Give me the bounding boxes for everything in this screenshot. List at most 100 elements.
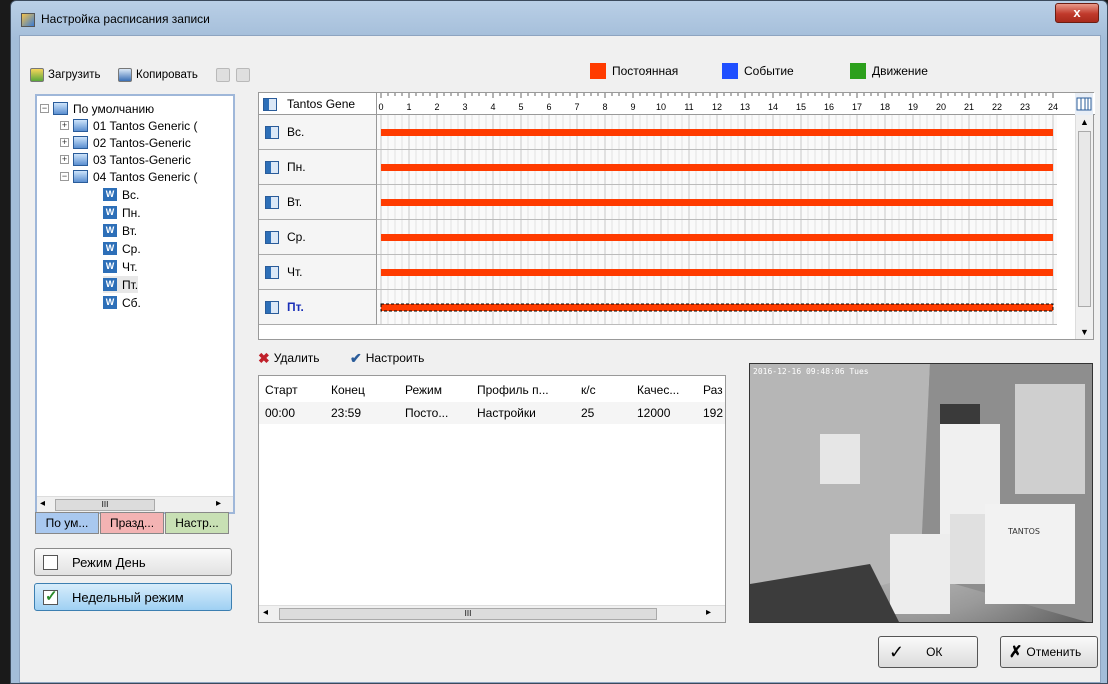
delete-button[interactable]: ✖ Удалить: [258, 349, 320, 367]
hour-tick-label: 9: [630, 102, 635, 112]
schedule-grid[interactable]: Tantos Gene 0 1 2 3 4 5 6 7 8 9 10 11 12 13 14 15 16 17 18…: [258, 92, 1095, 340]
scroll-right-icon[interactable]: ▸: [706, 607, 711, 618]
tree-day-sat[interactable]: W Сб.: [103, 294, 141, 311]
tree-camera-3[interactable]: + 03 Tantos-Generic: [60, 151, 191, 168]
remove-camera-icon: [236, 68, 250, 82]
day-row-text: Пн.: [287, 160, 306, 174]
collapse-icon[interactable]: −: [60, 172, 69, 181]
day-row[interactable]: Ср.: [259, 220, 1095, 255]
week-mode-checkbox[interactable]: ✓: [43, 588, 58, 605]
grid-header: Tantos Gene 0 1 2 3 4 5 6 7 8 9 10 11 12 13 14 15 16 17 18…: [259, 93, 1095, 115]
day-row-label[interactable]: Пт.: [259, 290, 377, 325]
tree-day-thu[interactable]: W Чт.: [103, 258, 138, 275]
window-title: Настройка расписания записи: [41, 12, 210, 26]
col-profile[interactable]: Профиль п...: [477, 380, 567, 400]
day-row-label[interactable]: Вс.: [259, 115, 377, 150]
day-timeline[interactable]: [377, 255, 1057, 290]
day-row-label[interactable]: Ср.: [259, 220, 377, 255]
cell-start: 00:00: [265, 406, 296, 420]
tree-horizontal-scrollbar[interactable]: ◂ III ▸: [37, 496, 233, 512]
day-row[interactable]: Чт.: [259, 255, 1095, 290]
load-button[interactable]: Загрузить: [30, 66, 101, 84]
day-timeline[interactable]: [377, 290, 1057, 325]
hour-tick-label: 22: [992, 102, 1002, 112]
cancel-button[interactable]: ✗ Отменить: [1000, 636, 1098, 668]
table-horizontal-scrollbar[interactable]: ◂ III ▸: [259, 605, 725, 622]
expand-icon[interactable]: +: [60, 121, 69, 130]
tree-camera-2[interactable]: + 02 Tantos-Generic: [60, 134, 191, 151]
expand-icon[interactable]: +: [60, 155, 69, 164]
scroll-thumb[interactable]: III: [55, 499, 155, 511]
tree-camera-1[interactable]: + 01 Tantos Generic (: [60, 117, 198, 134]
day-mode-button[interactable]: Режим День: [34, 548, 232, 576]
schedule-bar[interactable]: [381, 269, 1053, 276]
schedule-bar[interactable]: [381, 199, 1053, 206]
expand-icon[interactable]: +: [60, 138, 69, 147]
day-row[interactable]: Вс.: [259, 115, 1095, 150]
scroll-up-icon[interactable]: ▲: [1080, 117, 1089, 127]
collapse-icon[interactable]: −: [40, 104, 49, 113]
tree-camera-4[interactable]: − 04 Tantos Generic (: [60, 168, 198, 185]
configure-button[interactable]: ✔ Настроить: [350, 349, 424, 367]
day-panel-icon: [265, 300, 279, 314]
day-row-text: Пт.: [287, 300, 304, 314]
cancel-label: Отменить: [1026, 645, 1082, 659]
close-button[interactable]: x: [1055, 3, 1099, 23]
scroll-left-icon[interactable]: ◂: [40, 498, 45, 509]
tree-root-label: По умолчанию: [73, 101, 155, 116]
day-timeline[interactable]: [377, 220, 1057, 255]
day-row-label[interactable]: Пн.: [259, 150, 377, 185]
col-resolution[interactable]: Раз: [703, 380, 723, 400]
copy-button[interactable]: Копировать: [118, 66, 198, 84]
tree-day-sun[interactable]: W Вс.: [103, 186, 139, 203]
hour-tick-label: 7: [574, 102, 579, 112]
col-mode[interactable]: Режим: [405, 380, 442, 400]
col-start[interactable]: Старт: [265, 380, 298, 400]
day-timeline[interactable]: [377, 185, 1057, 220]
scroll-left-icon[interactable]: ◂: [263, 607, 268, 618]
scroll-thumb[interactable]: [1078, 131, 1091, 307]
add-camera-button[interactable]: [216, 66, 230, 84]
tab-custom[interactable]: Настр...: [165, 512, 229, 534]
schedule-bar[interactable]: [381, 129, 1053, 136]
col-fps[interactable]: к/с: [581, 380, 596, 400]
schedule-bar[interactable]: [381, 234, 1053, 241]
ok-button[interactable]: ✓ ОК: [878, 636, 978, 668]
table-row[interactable]: 00:00 23:59 Посто... Настройки 25 12000 …: [259, 402, 725, 424]
tree-day-wed[interactable]: W Ср.: [103, 240, 141, 257]
column-settings-icon[interactable]: [1075, 93, 1093, 115]
col-end[interactable]: Конец: [331, 380, 365, 400]
day-row[interactable]: Вт.: [259, 185, 1095, 220]
tree-root[interactable]: − По умолчанию: [40, 100, 154, 117]
camera-icon: [73, 170, 88, 183]
week-mode-button[interactable]: ✓ Недельный режим: [34, 583, 232, 611]
scroll-down-icon[interactable]: ▼: [1080, 327, 1089, 337]
day-mode-checkbox[interactable]: [43, 554, 58, 570]
remove-camera-button[interactable]: [236, 66, 250, 84]
tab-default[interactable]: По ум...: [35, 512, 99, 534]
tree-day-tue[interactable]: W Вт.: [103, 222, 137, 239]
col-quality[interactable]: Качес...: [637, 380, 697, 400]
tree-camera-label: 01 Tantos Generic (: [93, 118, 198, 133]
schedule-table[interactable]: Старт Конец Режим Профиль п... к/с Качес…: [258, 375, 726, 623]
day-row[interactable]: Пн.: [259, 150, 1095, 185]
day-row-label[interactable]: Чт.: [259, 255, 377, 290]
tab-holidays[interactable]: Празд...: [100, 512, 164, 534]
camera-tree[interactable]: − По умолчанию + 01 Tantos Generic ( + 0…: [35, 94, 235, 514]
grid-vertical-scrollbar[interactable]: ▲ ▼: [1075, 115, 1093, 339]
scroll-thumb[interactable]: III: [279, 608, 657, 620]
tree-day-fri[interactable]: W Пт.: [103, 276, 139, 293]
day-timeline[interactable]: [377, 115, 1057, 150]
hour-tick-label: 1: [406, 102, 411, 112]
legend-motion-label: Движение: [872, 64, 928, 78]
cell-fps: 25: [581, 406, 595, 420]
schedule-bar[interactable]: [381, 164, 1053, 171]
hour-tick-label: 11: [684, 102, 693, 112]
tree-day-mon[interactable]: W Пн.: [103, 204, 141, 221]
day-row-text: Вт.: [287, 195, 303, 209]
day-row[interactable]: Пт.: [259, 290, 1095, 325]
day-row-label[interactable]: Вт.: [259, 185, 377, 220]
scroll-right-icon[interactable]: ▸: [216, 498, 221, 509]
day-timeline[interactable]: [377, 150, 1057, 185]
schedule-bar[interactable]: [380, 303, 1054, 312]
